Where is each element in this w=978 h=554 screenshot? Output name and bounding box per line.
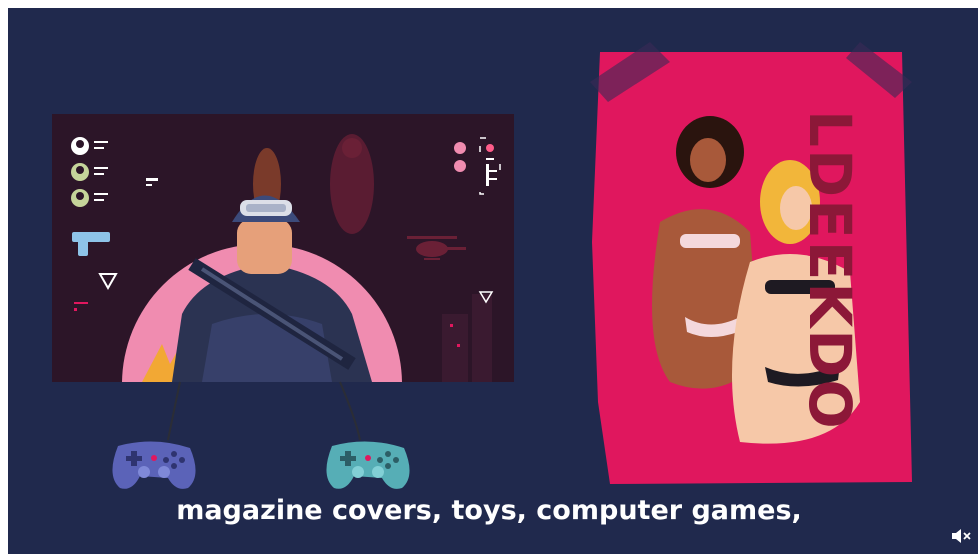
speaker-muted-icon[interactable]: [950, 528, 972, 544]
gamepad-icon: [326, 441, 410, 489]
magazine-title: LDEEKDO: [796, 110, 864, 431]
subtitle-caption: magazine covers, toys, computer games,: [176, 495, 802, 526]
gamepad-icon: [112, 441, 196, 489]
